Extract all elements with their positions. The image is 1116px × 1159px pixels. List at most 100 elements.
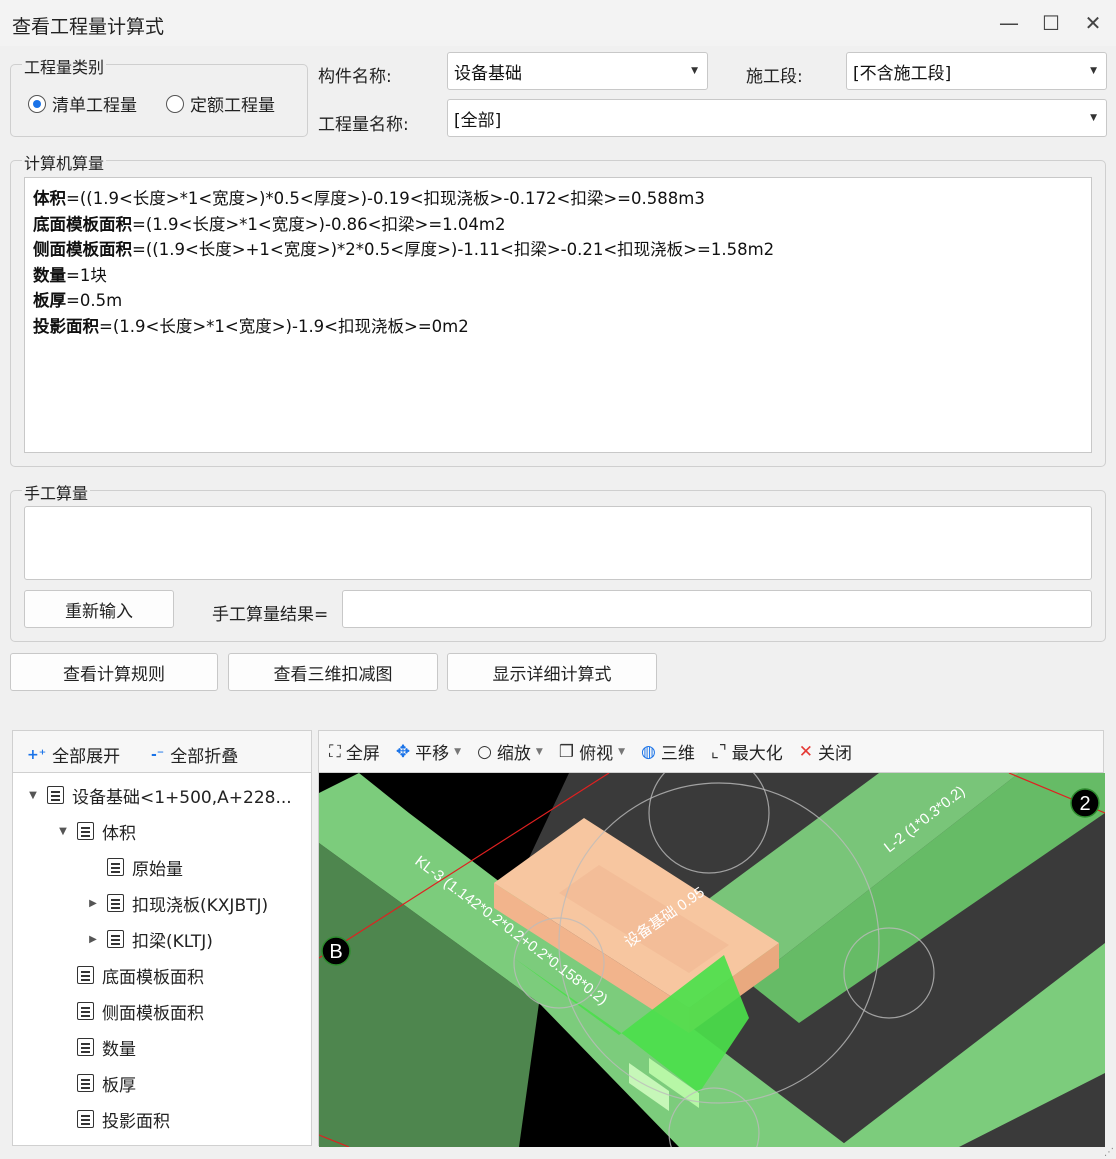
tree-toolbar: +⁺ 全部展开 -⁻ 全部折叠 xyxy=(13,731,311,773)
formula-name: 底面模板面积 xyxy=(33,214,132,234)
tree-node-original[interactable]: 原始量 xyxy=(87,854,183,880)
formula-line: 体积=((1.9<长度>*1<宽度>)*0.5<厚度>)-0.19<扣现浇板>-… xyxy=(33,186,1083,212)
radio-quota-quantity[interactable]: 定额工程量 xyxy=(166,91,275,116)
computed-formula-box[interactable]: 体积=((1.9<长度>*1<宽度>)*0.5<厚度>)-0.19<扣现浇板>-… xyxy=(24,177,1092,453)
formula-expr: =((1.9<长度>+1<宽度>)*2*0.5<厚度>)-1.11<扣梁>-0.… xyxy=(132,240,775,259)
stage-value: [不含施工段] xyxy=(853,63,952,84)
radio-bill-label: 清单工程量 xyxy=(52,96,137,116)
collapsed-caret-icon: ▶ xyxy=(89,897,97,909)
viewer-panel: ⛶ 全屏 ✥ 平移 ▼ ○ 缩放 ▼ ❒ 俯视 ▼ ◍ 三维 ⌞⌝ 最大化 ✕ … xyxy=(318,730,1105,1147)
manual-result-field[interactable] xyxy=(342,590,1092,628)
pan-button[interactable]: ✥ 平移 ▼ xyxy=(396,739,462,765)
tree-node-deduct-slab[interactable]: ▶ 扣现浇板(KXJBTJ) xyxy=(87,890,268,916)
top-view-button[interactable]: ❒ 俯视 ▼ xyxy=(558,739,626,765)
chevron-down-icon: ▼ xyxy=(454,746,462,757)
zoom-button[interactable]: ○ 缩放 ▼ xyxy=(477,739,543,765)
three-d-button[interactable]: ◍ 三维 xyxy=(641,739,695,765)
fullscreen-label: 全屏 xyxy=(345,744,380,764)
quantity-name-value: [全部] xyxy=(454,110,502,131)
view-3d-deduction-button[interactable]: 查看三维扣减图 xyxy=(228,653,438,691)
chevron-down-icon: ▼ xyxy=(618,746,626,757)
expanded-caret-icon: ▼ xyxy=(29,789,37,801)
list-icon xyxy=(107,858,124,876)
component-name-label: 构件名称: xyxy=(318,67,392,87)
chevron-down-icon: ▼ xyxy=(1090,66,1097,76)
show-detail-formula-button[interactable]: 显示详细计算式 xyxy=(447,653,657,691)
close-window-button[interactable]: ✕ xyxy=(1078,8,1108,38)
tree-node-label: 投影面积 xyxy=(102,1111,170,1132)
formula-name: 体积 xyxy=(33,189,66,208)
radio-selected-icon xyxy=(28,94,46,113)
tree-node-label: 设备基础<1+500,A+228... xyxy=(72,787,292,808)
tree-node-thickness[interactable]: 板厚 xyxy=(57,1070,136,1096)
tree-node-count[interactable]: 数量 xyxy=(57,1034,136,1060)
maximize-icon: ⌞⌝ xyxy=(710,741,727,762)
formula-name: 侧面模板面积 xyxy=(33,240,132,259)
3d-scene[interactable]: B 2 KL-3 (1.142*0.2*0.2+0.2*0.158*0.2) L… xyxy=(319,773,1105,1147)
quantity-type-legend: 工程量类别 xyxy=(22,54,107,78)
formula-expr: =1块 xyxy=(66,265,107,285)
manual-result-label: 手工算量结果= xyxy=(212,605,329,625)
three-d-label: 三维 xyxy=(660,744,695,764)
tree-node-bottom-formwork[interactable]: 底面模板面积 xyxy=(57,962,204,988)
component-name-combo[interactable]: 设备基础 ▼ xyxy=(447,52,708,90)
tree-node-label: 扣现浇板(KXJBTJ) xyxy=(132,895,269,916)
formula-name: 板厚 xyxy=(33,291,66,310)
computed-quantity-legend: 计算机算量 xyxy=(22,150,107,174)
axis-2-label: 2 xyxy=(1079,793,1090,815)
manual-formula-input[interactable] xyxy=(24,506,1092,580)
expand-all-label: 全部展开 xyxy=(52,747,121,767)
formula-expr: =0.5m xyxy=(66,291,123,310)
quantity-name-combo[interactable]: [全部] ▼ xyxy=(447,99,1107,137)
maximize-view-label: 最大化 xyxy=(731,744,783,764)
tree-node-foundation[interactable]: ▼ 设备基础<1+500,A+228... xyxy=(27,782,292,808)
tree-node-projected-area[interactable]: 投影面积 xyxy=(57,1106,170,1132)
formula-line: 数量=1块 xyxy=(33,263,1083,289)
expand-all-icon: +⁺ xyxy=(27,746,47,763)
chevron-down-icon: ▼ xyxy=(691,66,698,76)
tree-node-side-formwork[interactable]: 侧面模板面积 xyxy=(57,998,204,1024)
tree-node-label: 体积 xyxy=(102,823,136,844)
axis-b-label: B xyxy=(329,941,342,963)
pan-label: 平移 xyxy=(415,744,450,764)
resize-grip-icon[interactable]: ⋰ xyxy=(1104,1147,1114,1158)
zoom-label: 缩放 xyxy=(496,744,531,764)
tree-node-volume[interactable]: ▼ 体积 xyxy=(57,818,136,844)
radio-unselected-icon xyxy=(166,94,184,113)
stage-combo[interactable]: [不含施工段] ▼ xyxy=(846,52,1107,90)
tree-panel: +⁺ 全部展开 -⁻ 全部折叠 ▼ 设备基础<1+500,A+228... ▼ … xyxy=(12,730,312,1146)
close-view-button[interactable]: ✕ 关闭 xyxy=(799,739,853,765)
view-rules-button[interactable]: 查看计算规则 xyxy=(10,653,218,691)
fullscreen-button[interactable]: ⛶ 全屏 xyxy=(329,739,380,765)
list-icon xyxy=(77,966,94,984)
collapse-all-label: 全部折叠 xyxy=(170,747,239,767)
reenter-button[interactable]: 重新输入 xyxy=(24,590,174,628)
tree-node-label: 数量 xyxy=(102,1039,136,1060)
collapse-all-icon: -⁻ xyxy=(151,746,165,763)
formula-line: 底面模板面积=(1.9<长度>*1<宽度>)-0.86<扣梁>=1.04m2 xyxy=(33,212,1083,238)
fullscreen-icon: ⛶ xyxy=(329,741,341,762)
list-icon xyxy=(47,786,64,804)
list-icon xyxy=(77,822,94,840)
tree-node-deduct-beam[interactable]: ▶ 扣梁(KLTJ) xyxy=(87,926,213,952)
collapse-all-button[interactable]: -⁻ 全部折叠 xyxy=(151,742,239,768)
list-icon xyxy=(77,1002,94,1020)
tree-node-label: 板厚 xyxy=(102,1075,136,1096)
maximize-view-button[interactable]: ⌞⌝ 最大化 xyxy=(710,739,783,765)
cube-icon: ❒ xyxy=(558,741,575,762)
stage-label: 施工段: xyxy=(746,67,803,87)
formula-expr: =((1.9<长度>*1<宽度>)*0.5<厚度>)-0.19<扣现浇板>-0.… xyxy=(66,189,705,208)
list-icon xyxy=(107,894,124,912)
tree-node-label: 底面模板面积 xyxy=(102,967,204,988)
radio-quota-label: 定额工程量 xyxy=(190,96,275,116)
expand-all-button[interactable]: +⁺ 全部展开 xyxy=(27,742,121,768)
tree-node-label: 扣梁(KLTJ) xyxy=(132,931,213,952)
title-bar xyxy=(0,0,1116,46)
formula-expr: =(1.9<长度>*1<宽度>)-1.9<扣现浇板>=0m2 xyxy=(99,316,469,336)
chevron-down-icon: ▼ xyxy=(1090,113,1097,123)
tree-node-label: 原始量 xyxy=(132,859,183,880)
minimize-button[interactable]: — xyxy=(994,8,1024,38)
close-view-label: 关闭 xyxy=(818,744,853,764)
maximize-button[interactable]: ☐ xyxy=(1036,8,1066,38)
radio-bill-quantity[interactable]: 清单工程量 xyxy=(28,91,137,116)
